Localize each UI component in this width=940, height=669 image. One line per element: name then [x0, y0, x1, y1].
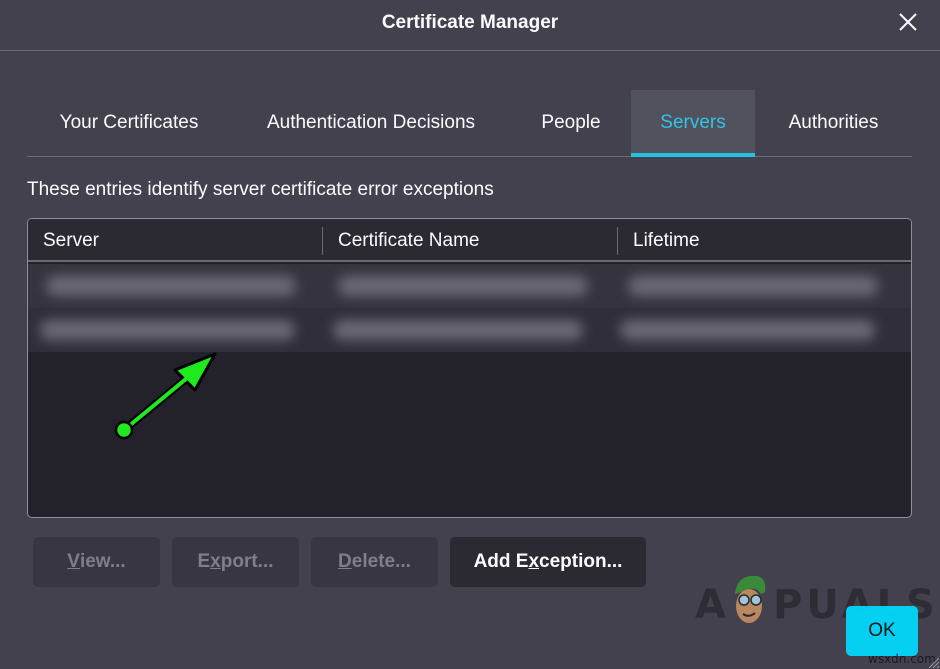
- servers-description: These entries identify server certificat…: [27, 179, 494, 200]
- certificate-manager-dialog: Certificate Manager Your Certificates Au…: [0, 0, 940, 669]
- tab-authorities[interactable]: Authorities: [755, 90, 912, 156]
- table-row[interactable]: (blurred) (blurred) (blurred): [28, 264, 911, 308]
- cell-certificate-name: (blurred): [338, 276, 588, 296]
- column-header-lifetime[interactable]: Lifetime: [618, 219, 911, 262]
- view-mnemonic: V: [67, 551, 80, 572]
- add-exception-label-pre: Add E: [473, 551, 529, 572]
- cell-lifetime: (blurred): [620, 320, 875, 340]
- tab-authentication-decisions[interactable]: Authentication Decisions: [231, 90, 511, 156]
- export-button[interactable]: Ex port...: [172, 537, 299, 587]
- title-bar: Certificate Manager: [0, 0, 940, 51]
- add-exception-mnemonic: x: [528, 551, 540, 572]
- close-button[interactable]: [893, 8, 923, 36]
- delete-label-post: elete...: [351, 551, 411, 572]
- cell-server: (blurred): [46, 276, 296, 296]
- add-exception-button[interactable]: Add Ex ception...: [450, 537, 646, 587]
- resize-grip-icon[interactable]: [926, 655, 940, 669]
- column-header-server[interactable]: Server: [28, 219, 323, 262]
- column-header-certificate-name[interactable]: Certificate Name: [323, 219, 618, 262]
- tab-bar: Your Certificates Authentication Decisio…: [27, 90, 912, 157]
- tab-servers[interactable]: Servers: [631, 90, 755, 157]
- cell-server: (blurred): [40, 320, 295, 340]
- watermark-text-left: A: [695, 582, 730, 628]
- export-label-post: port...: [220, 551, 274, 572]
- ok-button[interactable]: OK: [846, 606, 918, 656]
- dialog-title: Certificate Manager: [381, 12, 559, 33]
- tab-your-certificates[interactable]: Your Certificates: [27, 90, 231, 156]
- tab-people[interactable]: People: [511, 90, 631, 156]
- cell-lifetime: (blurred): [628, 276, 878, 296]
- add-exception-label-post: ception...: [539, 551, 623, 572]
- export-mnemonic: x: [210, 551, 221, 572]
- delete-mnemonic: D: [338, 551, 352, 572]
- export-label-pre: E: [197, 551, 211, 572]
- list-header: Server Certificate Name Lifetime: [28, 219, 911, 262]
- mascot-icon: [735, 575, 766, 623]
- cell-certificate-name: (blurred): [333, 320, 583, 340]
- close-icon: [899, 13, 917, 31]
- list-body: (blurred) (blurred) (blurred) (blurred) …: [28, 264, 911, 517]
- delete-button[interactable]: Delete...: [311, 537, 438, 587]
- view-label-post: iew...: [79, 551, 126, 572]
- view-button[interactable]: View...: [33, 537, 160, 587]
- table-row[interactable]: (blurred) (blurred) (blurred): [28, 308, 911, 352]
- server-exceptions-list[interactable]: Server Certificate Name Lifetime (blurre…: [27, 218, 912, 518]
